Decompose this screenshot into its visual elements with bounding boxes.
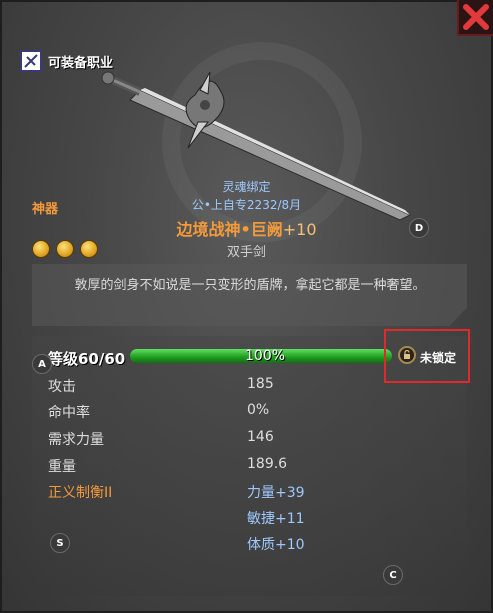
- hotkey-badge-d: D: [409, 218, 429, 238]
- close-icon: [463, 4, 489, 30]
- stat-label: 攻击: [48, 379, 76, 395]
- set-bonus-name: 正义制衡II: [48, 485, 113, 501]
- hotkey-badge-s: S: [50, 533, 70, 553]
- stat-value: 146: [247, 429, 274, 445]
- hotkey-badge-c: C: [383, 565, 403, 585]
- set-bonus-stat: 体质+10: [247, 537, 305, 553]
- stat-value: 0%: [247, 402, 270, 418]
- lock-status[interactable]: 未锁定: [420, 349, 456, 366]
- class-icon[interactable]: [20, 50, 42, 72]
- set-bonus-stat: 敏捷+11: [247, 511, 305, 527]
- owner-info: 公•上自专2232/8月: [191, 198, 302, 212]
- lock-icon[interactable]: [398, 346, 416, 364]
- level-label: 等级60/60: [48, 350, 126, 368]
- item-name-text: 边境战神•巨阙: [176, 220, 283, 239]
- stat-label: 命中率: [48, 405, 90, 421]
- item-enhance: +10: [282, 220, 317, 239]
- stat-value: 185: [247, 376, 274, 392]
- item-type: 双手剑: [226, 245, 266, 260]
- set-bonus-stat: 力量+39: [247, 485, 305, 501]
- stat-label: 需求力量: [48, 432, 104, 448]
- stat-value: 189.6: [247, 456, 288, 472]
- close-button[interactable]: [457, 0, 493, 36]
- hotkey-badge-a: A: [32, 354, 52, 374]
- bind-status: 灵魂绑定: [222, 180, 271, 194]
- level-progress-text: 100%: [245, 348, 286, 364]
- stat-label: 重量: [48, 459, 76, 475]
- item-description: 敦厚的剑身不如说是一只变形的盾牌，拿起它都是一种奢望。: [74, 278, 426, 293]
